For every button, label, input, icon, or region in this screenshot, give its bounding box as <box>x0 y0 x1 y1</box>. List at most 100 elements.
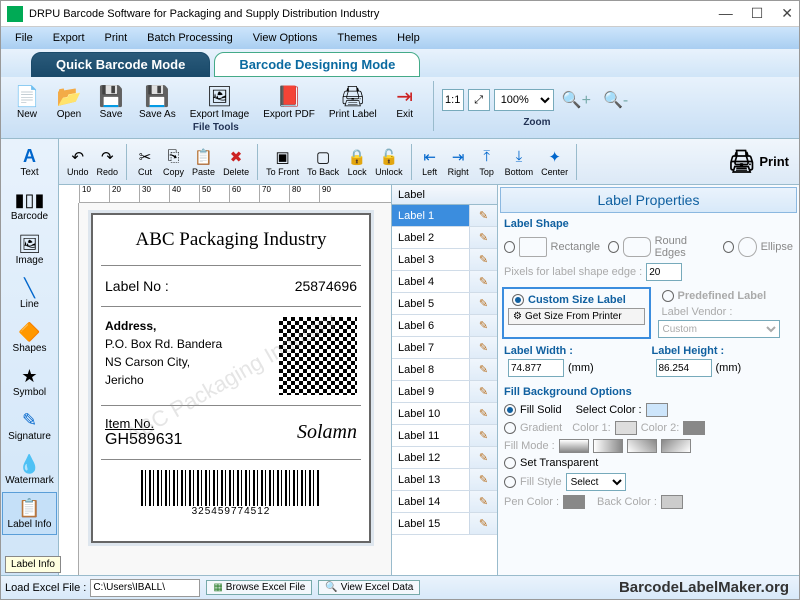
menu-export[interactable]: Export <box>43 30 95 46</box>
radio-transparent[interactable] <box>504 457 516 469</box>
radio-round[interactable] <box>608 241 619 253</box>
label-list-row[interactable]: Label 4✎ <box>392 271 497 293</box>
gradient-c1[interactable] <box>615 421 637 435</box>
gradient-c2[interactable] <box>683 421 705 435</box>
pencil-icon[interactable]: ✎ <box>469 337 497 358</box>
sidebar-image[interactable]: 🖼Image <box>2 228 57 271</box>
export-image-button[interactable]: 🖼Export Image <box>184 81 255 122</box>
lock-button[interactable]: 🔒Lock <box>343 145 371 179</box>
sidebar-line[interactable]: ╲Line <box>2 272 57 315</box>
new-button[interactable]: 📄New <box>7 81 47 122</box>
menu-view[interactable]: View Options <box>243 30 328 46</box>
radio-gradient[interactable] <box>504 422 516 434</box>
sidebar-barcode[interactable]: ▮▯▮Barcode <box>2 184 57 227</box>
align-bottom-button[interactable]: ⤓Bottom <box>501 145 538 179</box>
copy-button[interactable]: ⎘Copy <box>159 145 188 179</box>
solid-color-swatch[interactable] <box>646 403 668 417</box>
radio-predefined[interactable] <box>662 290 674 302</box>
pencil-icon[interactable]: ✎ <box>469 381 497 402</box>
align-top-button[interactable]: ⤒Top <box>473 145 501 179</box>
redo-button[interactable]: ↷Redo <box>93 145 123 179</box>
pencil-icon[interactable]: ✎ <box>469 403 497 424</box>
label-list-row[interactable]: Label 10✎ <box>392 403 497 425</box>
sidebar-symbol[interactable]: ★Symbol <box>2 360 57 403</box>
radio-fill-style[interactable] <box>504 476 516 488</box>
label-list-row[interactable]: Label 1✎ <box>392 205 497 227</box>
design-canvas[interactable]: ABC Packaging Industry ABC Packaging Ind… <box>79 203 391 575</box>
tab-barcode-designing[interactable]: Barcode Designing Mode <box>214 52 420 77</box>
saveas-button[interactable]: 💾Save As <box>133 81 182 122</box>
radio-ellipse[interactable] <box>723 241 734 253</box>
label-list-row[interactable]: Label 12✎ <box>392 447 497 469</box>
tofront-button[interactable]: ▣To Front <box>262 145 303 179</box>
cut-button[interactable]: ✂Cut <box>131 145 159 179</box>
get-size-button[interactable]: ⚙Get Size From Printer <box>508 308 645 325</box>
fill-style-select[interactable]: Select <box>566 473 626 491</box>
pencil-icon[interactable]: ✎ <box>469 447 497 468</box>
print-label-button[interactable]: 🖨Print Label <box>323 81 383 122</box>
pixel-edge-input[interactable] <box>646 263 682 281</box>
paste-button[interactable]: 📋Paste <box>188 145 219 179</box>
menu-batch[interactable]: Batch Processing <box>137 30 243 46</box>
radio-rectangle[interactable] <box>504 241 515 253</box>
pencil-icon[interactable]: ✎ <box>469 227 497 248</box>
label-list-row[interactable]: Label 14✎ <box>392 491 497 513</box>
label-list-row[interactable]: Label 2✎ <box>392 227 497 249</box>
maximize-button[interactable]: ☐ <box>751 5 764 22</box>
delete-button[interactable]: ✖Delete <box>219 145 253 179</box>
sidebar-signature[interactable]: ✎Signature <box>2 404 57 447</box>
save-button[interactable]: 💾Save <box>91 81 131 122</box>
pencil-icon[interactable]: ✎ <box>469 205 497 226</box>
pencil-icon[interactable]: ✎ <box>469 469 497 490</box>
print-button[interactable]: 🖨Print <box>727 149 795 175</box>
pencil-icon[interactable]: ✎ <box>469 271 497 292</box>
minimize-button[interactable]: — <box>719 5 733 22</box>
menu-themes[interactable]: Themes <box>327 30 387 46</box>
radio-custom-size[interactable] <box>512 294 524 306</box>
label-list-row[interactable]: Label 5✎ <box>392 293 497 315</box>
sidebar-label-info[interactable]: 📋Label Info <box>2 492 57 535</box>
align-right-button[interactable]: ⇥Right <box>444 145 473 179</box>
label-list-row[interactable]: Label 6✎ <box>392 315 497 337</box>
sidebar-shapes[interactable]: 🔶Shapes <box>2 316 57 359</box>
zoom-actual-button[interactable]: ⤢ <box>468 89 490 111</box>
label-list-row[interactable]: Label 8✎ <box>392 359 497 381</box>
undo-button[interactable]: ↶Undo <box>63 145 93 179</box>
pencil-icon[interactable]: ✎ <box>469 425 497 446</box>
zoom-select[interactable]: 100% <box>494 89 554 111</box>
vendor-select[interactable]: Custom <box>658 320 781 338</box>
excel-path-input[interactable] <box>90 579 200 597</box>
zoom-out-button[interactable]: 🔍- <box>599 90 632 110</box>
label-list-row[interactable]: Label 11✎ <box>392 425 497 447</box>
tab-quick-barcode[interactable]: Quick Barcode Mode <box>31 52 210 77</box>
label-list-row[interactable]: Label 13✎ <box>392 469 497 491</box>
label-list-row[interactable]: Label 3✎ <box>392 249 497 271</box>
sidebar-watermark[interactable]: 💧Watermark <box>2 448 57 491</box>
label-list-row[interactable]: Label 15✎ <box>392 513 497 535</box>
align-center-button[interactable]: ✦Center <box>537 145 572 179</box>
toback-button[interactable]: ▢To Back <box>303 145 343 179</box>
pen-color[interactable] <box>563 495 585 509</box>
unlock-button[interactable]: 🔓Unlock <box>371 145 407 179</box>
pencil-icon[interactable]: ✎ <box>469 491 497 512</box>
label-preview[interactable]: ABC Packaging Industry ABC Packaging Ind… <box>91 213 371 543</box>
back-color[interactable] <box>661 495 683 509</box>
zoom-in-button[interactable]: 🔍+ <box>558 90 595 110</box>
menu-help[interactable]: Help <box>387 30 430 46</box>
pencil-icon[interactable]: ✎ <box>469 315 497 336</box>
sidebar-text[interactable]: AText <box>2 140 57 183</box>
label-height-input[interactable] <box>656 359 712 377</box>
align-left-button[interactable]: ⇤Left <box>416 145 444 179</box>
export-pdf-button[interactable]: 📕Export PDF <box>257 81 321 122</box>
pencil-icon[interactable]: ✎ <box>469 359 497 380</box>
view-excel-button[interactable]: 🔍View Excel Data <box>318 580 420 595</box>
radio-fill-solid[interactable] <box>504 404 516 416</box>
label-list-row[interactable]: Label 7✎ <box>392 337 497 359</box>
exit-button[interactable]: ⇥Exit <box>385 81 425 122</box>
browse-excel-button[interactable]: ▦Browse Excel File <box>206 580 312 595</box>
label-width-input[interactable] <box>508 359 564 377</box>
pencil-icon[interactable]: ✎ <box>469 293 497 314</box>
zoom-fit-button[interactable]: 1:1 <box>442 89 464 111</box>
menu-file[interactable]: File <box>5 30 43 46</box>
open-button[interactable]: 📂Open <box>49 81 89 122</box>
